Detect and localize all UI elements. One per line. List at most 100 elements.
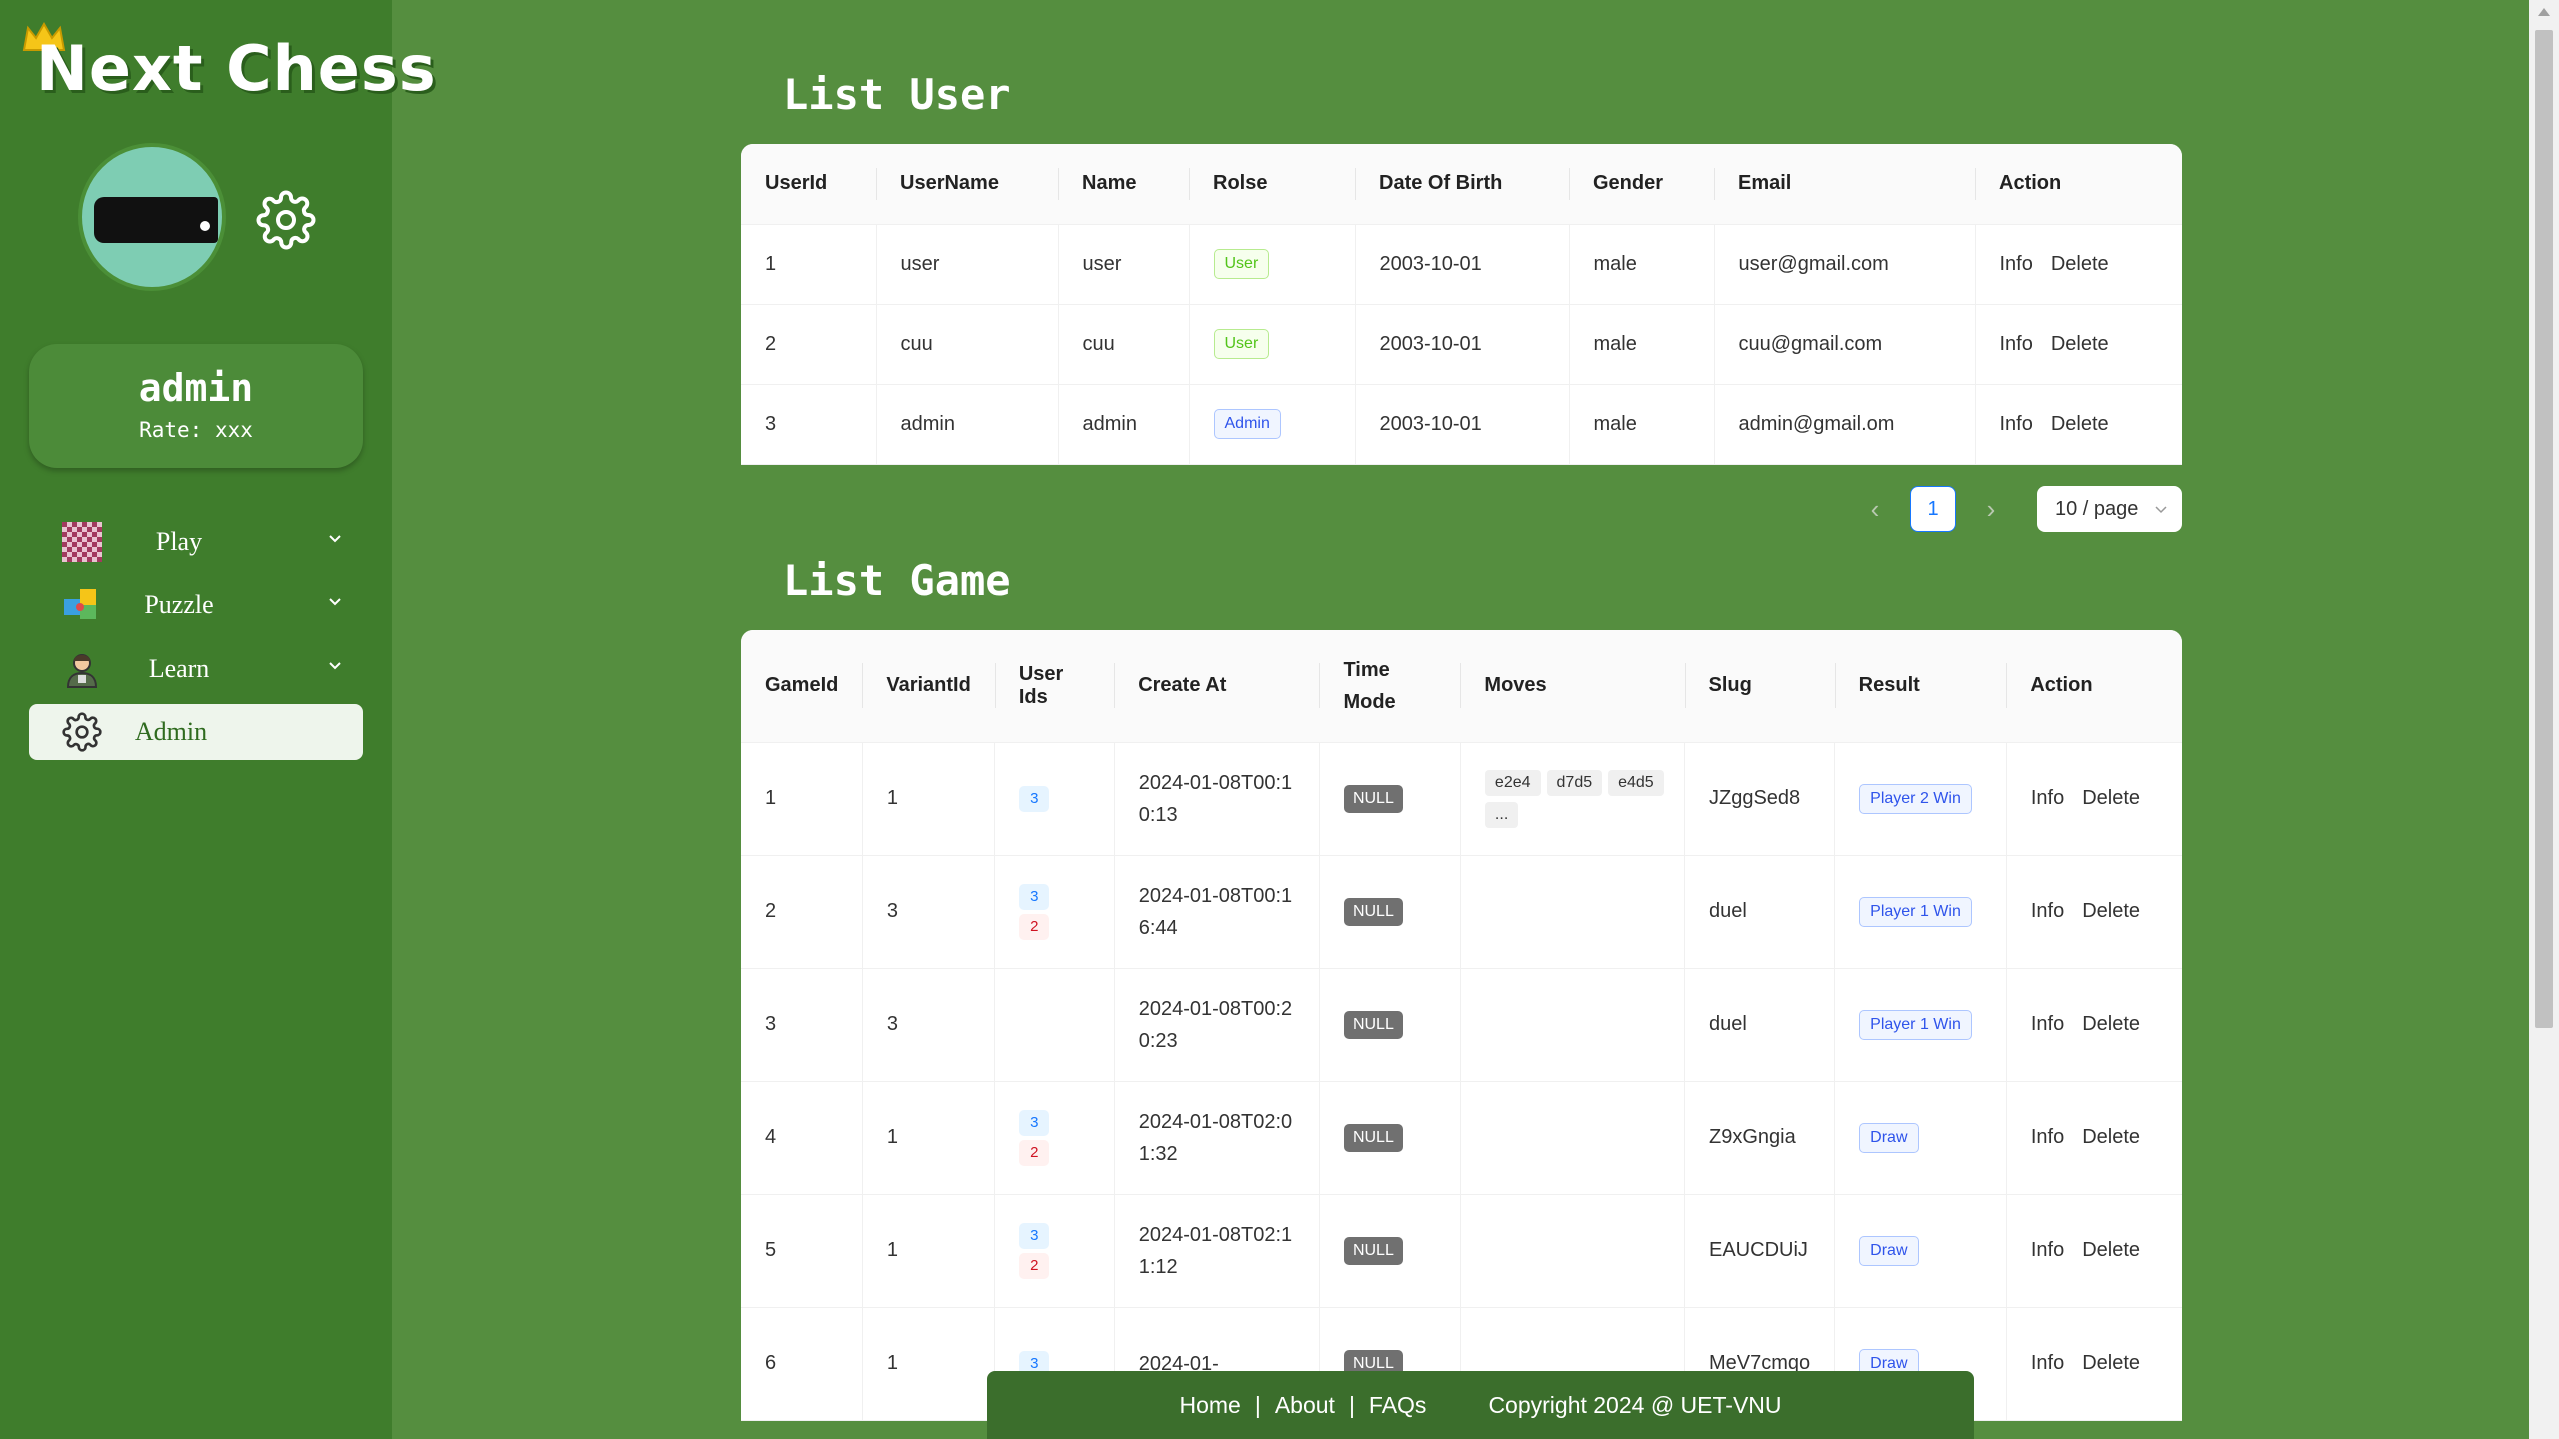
cell-result: Draw bbox=[1834, 1081, 2007, 1195]
pagination-prev[interactable]: ‹ bbox=[1860, 494, 1890, 525]
delete-link[interactable]: Delete bbox=[2082, 1013, 2140, 1035]
time-mode-tag: NULL bbox=[1343, 897, 1403, 926]
table-row: 4 1 3 2 2024-01-08T02:01:32 NULL Z9xGngia Draw I… bbox=[741, 1081, 2182, 1195]
footer-faqs-link[interactable]: FAQs bbox=[1369, 1392, 1427, 1419]
cell-timemode: NULL bbox=[1319, 855, 1461, 969]
page-size-select[interactable]: 10 / page bbox=[2037, 486, 2182, 532]
chevron-down-icon bbox=[329, 662, 341, 670]
cell-name: admin bbox=[1058, 384, 1190, 465]
cell-variantid: 3 bbox=[862, 855, 996, 969]
cell-action: Info Delete bbox=[2006, 1081, 2182, 1195]
cell-username: user bbox=[876, 224, 1059, 305]
avatar[interactable] bbox=[78, 143, 226, 291]
delete-link[interactable]: Delete bbox=[2051, 413, 2109, 435]
nav-admin-label: Admin bbox=[134, 717, 208, 746]
delete-link[interactable]: Delete bbox=[2082, 1352, 2140, 1374]
footer-copyright: Copyright 2024 @ UET-VNU bbox=[1488, 1391, 1782, 1418]
page-scrollbar[interactable] bbox=[2529, 0, 2559, 1439]
cell-slug: duel bbox=[1684, 968, 1836, 1082]
delete-link[interactable]: Delete bbox=[2082, 1126, 2140, 1148]
app-logo[interactable]: Next Chess bbox=[22, 20, 436, 105]
cell-timemode: NULL bbox=[1319, 968, 1461, 1082]
delete-link[interactable]: Delete bbox=[2051, 253, 2109, 275]
cell-moves: e2e4 d7d5 e4d5... bbox=[1460, 742, 1686, 856]
chevron-down-icon bbox=[329, 598, 341, 606]
info-link[interactable]: Info bbox=[2031, 900, 2064, 922]
info-link[interactable]: Info bbox=[2031, 1239, 2064, 1261]
cell-action: Info Delete bbox=[2006, 1194, 2182, 1308]
profile-username: admin bbox=[138, 366, 254, 410]
cell-createat: 2024-01-08T00:10:13 bbox=[1114, 742, 1320, 856]
chevron-down-icon bbox=[2155, 506, 2167, 514]
col-userid: UserId bbox=[741, 144, 876, 225]
user-card: admin Rate: xxx bbox=[29, 344, 363, 468]
chevron-down-icon bbox=[329, 535, 341, 543]
cell-createat: 2024-01-08T02:11:12 bbox=[1114, 1194, 1320, 1308]
table-row: 3 admin admin Admin 2003-10-01 male admin@gmai… bbox=[741, 384, 2182, 465]
role-tag: User bbox=[1213, 329, 1270, 359]
nav-puzzle-label: Puzzle bbox=[144, 590, 214, 619]
info-link[interactable]: Info bbox=[2031, 1126, 2064, 1148]
info-link[interactable]: Info bbox=[2000, 413, 2033, 435]
nav-admin[interactable]: Admin bbox=[29, 704, 363, 760]
cell-createat: 2024-01-08T00:16:44 bbox=[1114, 855, 1320, 969]
col-variantid: VariantId bbox=[862, 630, 995, 743]
col-game-action: Action bbox=[2006, 630, 2182, 743]
footer-home-link[interactable]: Home bbox=[1179, 1392, 1240, 1419]
cell-gender: male bbox=[1569, 304, 1715, 385]
cell-email: cuu@gmail.com bbox=[1714, 304, 1976, 385]
users-table-card: UserId UserName Name Rolse Date Of Birth… bbox=[741, 144, 2182, 465]
move-tag: e2e4 bbox=[1484, 769, 1541, 796]
col-role: Rolse bbox=[1189, 144, 1355, 225]
nav-play[interactable]: Play bbox=[29, 514, 363, 570]
cell-gender: male bbox=[1569, 224, 1715, 305]
role-tag: Admin bbox=[1213, 409, 1281, 439]
delete-link[interactable]: Delete bbox=[2051, 333, 2109, 355]
info-link[interactable]: Info bbox=[2031, 787, 2064, 809]
cell-gameid: 3 bbox=[741, 968, 863, 1082]
info-link[interactable]: Info bbox=[2031, 1352, 2064, 1374]
cell-result: Player 1 Win bbox=[1834, 968, 2007, 1082]
cell-slug: JZggSed8 bbox=[1684, 742, 1836, 856]
settings-gear-icon[interactable] bbox=[256, 190, 316, 250]
cell-slug: Z9xGngia bbox=[1684, 1081, 1836, 1195]
games-table: GameId VariantId User Ids Create At Time… bbox=[741, 630, 2182, 1421]
cell-name: user bbox=[1058, 224, 1190, 305]
delete-link[interactable]: Delete bbox=[2082, 787, 2140, 809]
app-name: Next Chess bbox=[36, 32, 437, 105]
cell-result: Player 2 Win bbox=[1834, 742, 2007, 856]
cell-userid: 1 bbox=[741, 224, 877, 305]
cell-gameid: 5 bbox=[741, 1194, 863, 1308]
role-tag: User bbox=[1213, 249, 1270, 279]
table-row: 1 user user User 2003-10-01 male user@gmail.co… bbox=[741, 224, 2182, 305]
nav-puzzle[interactable]: Puzzle bbox=[29, 577, 363, 633]
info-link[interactable]: Info bbox=[2031, 1013, 2064, 1035]
nav-play-label: Play bbox=[155, 527, 203, 556]
cell-userids: 32 bbox=[994, 1081, 1115, 1195]
scroll-thumb[interactable] bbox=[2535, 30, 2553, 1028]
pagination-next[interactable]: › bbox=[1976, 494, 2006, 525]
time-mode-tag: NULL bbox=[1343, 1123, 1403, 1152]
scroll-up-arrow[interactable] bbox=[2538, 8, 2550, 16]
cell-username: cuu bbox=[876, 304, 1059, 385]
info-link[interactable]: Info bbox=[2000, 333, 2033, 355]
footer-separator: | bbox=[1348, 1391, 1355, 1418]
cell-action: Info Delete bbox=[1975, 384, 2182, 465]
cell-dob: 2003-10-01 bbox=[1355, 224, 1570, 305]
delete-link[interactable]: Delete bbox=[2082, 1239, 2140, 1261]
nav-learn[interactable]: Learn bbox=[29, 641, 363, 697]
info-link[interactable]: Info bbox=[2000, 253, 2033, 275]
table-row: 3 3 2024-01-08T00:20:23 NULL duel Player 1 Wi… bbox=[741, 968, 2182, 1082]
cell-gameid: 4 bbox=[741, 1081, 863, 1195]
pagination-page-current[interactable]: 1 bbox=[1910, 486, 1956, 532]
cell-username: admin bbox=[876, 384, 1059, 465]
cell-action: Info Delete bbox=[2006, 968, 2182, 1082]
col-gender: Gender bbox=[1569, 144, 1714, 225]
delete-link[interactable]: Delete bbox=[2082, 900, 2140, 922]
pagination: ‹ 1 › bbox=[1860, 486, 2006, 532]
col-username: UserName bbox=[876, 144, 1058, 225]
cell-email: user@gmail.com bbox=[1714, 224, 1976, 305]
cell-action: Info Delete bbox=[1975, 224, 2182, 305]
footer-about-link[interactable]: About bbox=[1275, 1392, 1335, 1419]
cell-result: Player 1 Win bbox=[1834, 855, 2007, 969]
